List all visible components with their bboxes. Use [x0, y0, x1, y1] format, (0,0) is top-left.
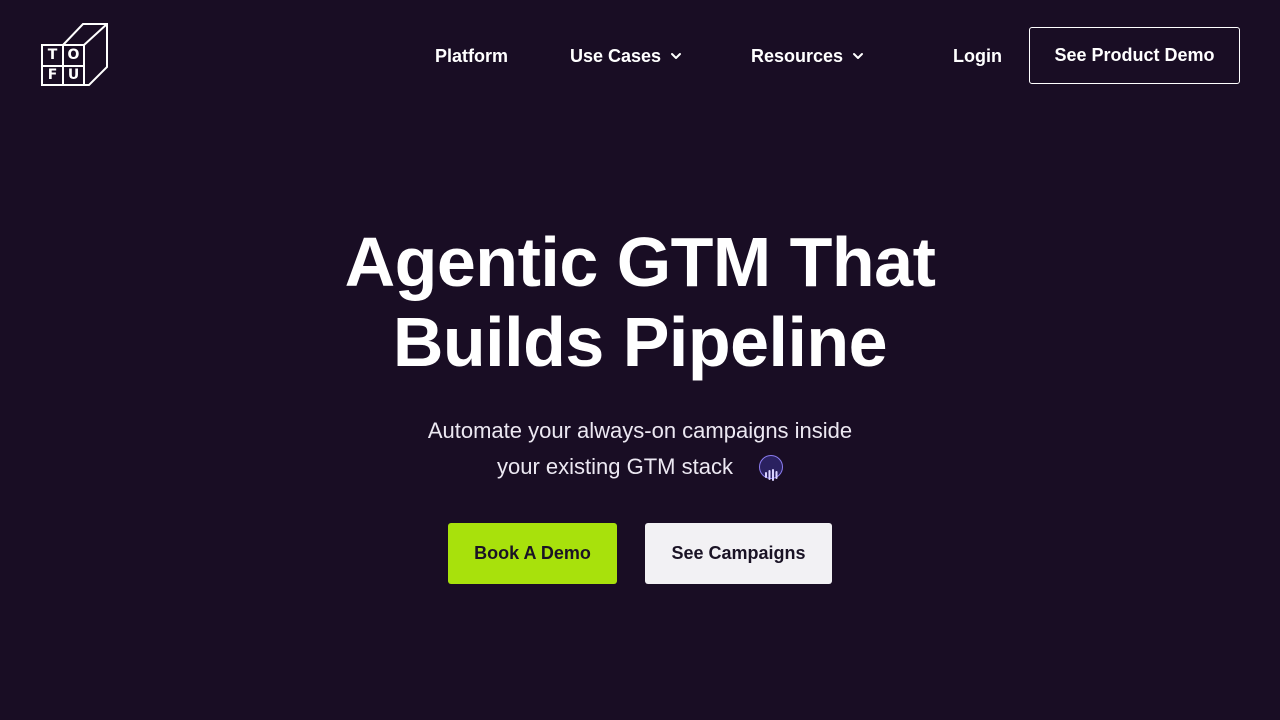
book-a-demo-button[interactable]: Book A Demo: [448, 523, 617, 584]
page: T O F U Platform Use Cases Resources Log…: [0, 0, 1280, 720]
nav-item-label: Use Cases: [570, 45, 662, 66]
chevron-down-icon: [671, 53, 682, 59]
nav-item-resources[interactable]: Resources: [751, 44, 865, 68]
login-label: Login: [953, 45, 1002, 66]
audio-wave-icon[interactable]: [758, 455, 783, 481]
see-campaigns-button[interactable]: See Campaigns: [645, 523, 832, 584]
hero-subtitle-line-1: Automate your always-on campaigns inside: [427, 418, 853, 443]
nav-item-platform[interactable]: Platform: [435, 44, 508, 68]
nav-item-label: Resources: [751, 45, 844, 66]
hero-subtitle: Automate your always-on campaigns inside…: [0, 413, 1280, 485]
hero-title-line-1: Agentic GTM That: [344, 223, 936, 301]
hero-title: Agentic GTM That Builds Pipeline: [0, 222, 1280, 382]
hero-subtitle-line-2-wrap: your existing GTM stack: [497, 449, 783, 485]
login-link[interactable]: Login: [953, 44, 1002, 68]
nav-item-use-cases[interactable]: Use Cases: [570, 44, 683, 68]
chevron-down-icon: [853, 53, 864, 59]
hero-title-line-2: Builds Pipeline: [392, 303, 888, 381]
nav-item-label: Platform: [435, 45, 509, 66]
see-product-demo-button[interactable]: See Product Demo: [1029, 27, 1240, 84]
hero-subtitle-line-2: your existing GTM stack: [497, 454, 733, 479]
top-nav: Platform Use Cases Resources Login See P…: [0, 0, 1280, 110]
audio-wave-glyph: [764, 469, 778, 481]
